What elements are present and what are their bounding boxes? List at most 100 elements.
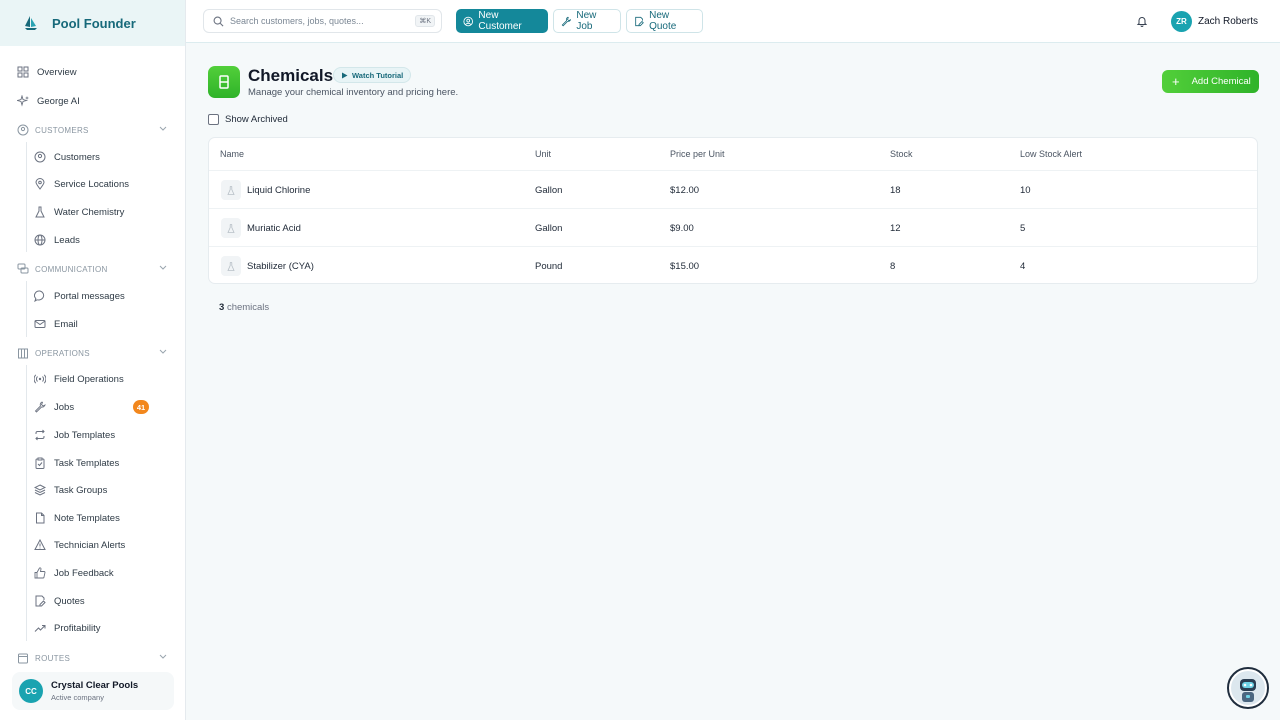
sidebar-item-george-ai[interactable]: George AI [17,91,80,111]
column-header-name[interactable]: Name [220,149,244,159]
sidebar-item-portal-messages[interactable]: Portal messages [34,286,125,306]
company-name: Crystal Clear Pools [51,680,139,691]
sidebar-section-operations[interactable]: OPERATIONS [17,345,167,361]
calendar-icon [18,653,28,664]
sidebar-section-communication[interactable]: COMMUNICATION [17,261,167,277]
sidebar-section-customers[interactable]: CUSTOMERS [17,122,167,138]
user-circle-icon [17,124,29,136]
record-count: 3 chemicals [219,302,269,313]
file-edit-icon [35,595,46,607]
sidebar-item-profitability[interactable]: Profitability [34,618,100,638]
file-edit-icon [635,16,644,26]
cell-unit: Gallon [535,223,563,234]
sidebar-item-jobs[interactable]: Jobs [34,397,74,417]
sidebar-item-leads[interactable]: Leads [34,230,80,250]
column-header-stock[interactable]: Stock [890,149,913,159]
sidebar-item-label: Water Chemistry [54,206,125,218]
sidebar-item-water-chemistry[interactable]: Water Chemistry [34,202,124,222]
brand[interactable]: Pool Founder [0,0,185,46]
new-job-button[interactable]: New Job [553,9,621,33]
chevron-down-icon [159,126,167,131]
chemicals-page-icon [208,66,240,98]
notifications-button[interactable] [1136,15,1148,27]
table-row[interactable]: Stabilizer (CYA) Pound $15.00 8 4 [209,246,1257,284]
beaker-icon [219,75,229,89]
sidebar-item-service-locations[interactable]: Service Locations [34,174,129,194]
message-circle-icon [34,290,45,302]
user-menu[interactable]: ZR Zach Roberts [1171,11,1258,32]
sidebar-item-label: Technician Alerts [54,539,126,551]
sidebar-item-label: Overview [37,66,77,78]
search-box[interactable]: ⌘K [203,9,442,33]
column-header-price[interactable]: Price per Unit [670,149,725,159]
sidebar-item-task-groups[interactable]: Task Groups [34,480,107,500]
trending-up-icon [34,625,46,632]
sidebar-item-field-operations[interactable]: Field Operations [34,369,124,389]
sidebar-item-quotes[interactable]: Quotes [34,591,85,611]
sidebar-item-label: Quotes [54,595,85,607]
button-label: New Quote [649,10,677,32]
company-switcher[interactable]: CC Crystal Clear Pools Active company [12,672,174,710]
top-bar: ⌘K New Customer New Job New Quote ZR Zac… [186,0,1280,43]
sidebar-item-technician-alerts[interactable]: Technician Alerts [34,535,125,555]
sidebar-item-overview[interactable]: Overview [17,62,77,82]
cell-price: $15.00 [670,261,700,272]
sidebar-item-customers[interactable]: Customers [34,147,100,167]
sidebar-section-routes[interactable]: ROUTES [17,650,167,666]
sidebar-item-label: Profitability [54,622,101,634]
column-header-unit[interactable]: Unit [535,149,551,159]
mail-icon [34,320,46,328]
sidebar-item-label: Task Templates [54,457,120,469]
map-pin-icon [35,178,45,190]
cell-low-stock-alert: 10 [1020,185,1031,196]
sidebar-item-label: George AI [37,95,80,107]
sidebar-item-label: Leads [54,234,80,246]
jobs-count-badge: 41 [133,400,149,414]
flask-icon [227,261,235,271]
sidebar-item-task-templates[interactable]: Task Templates [34,453,119,473]
company-status: Active company [51,693,104,702]
chemical-thumbnail [221,218,241,238]
chat-bubbles-icon [17,263,29,274]
avatar: ZR [1171,11,1192,32]
watch-tutorial-button[interactable]: Watch Tutorial [333,67,412,83]
column-header-low-stock-alert[interactable]: Low Stock Alert [1020,149,1082,159]
clipboard-check-icon [35,457,45,469]
file-icon [36,512,45,524]
show-archived-checkbox[interactable] [208,114,219,125]
table-row[interactable]: Liquid Chlorine Gallon $12.00 18 10 [209,170,1257,208]
show-archived-toggle[interactable]: Show Archived [208,114,288,125]
flask-icon [227,223,235,233]
cell-stock: 12 [890,223,901,234]
sidebar-item-email[interactable]: Email [34,314,78,334]
user-circle-icon [34,151,46,163]
page-subtitle: Manage your chemical inventory and prici… [248,87,459,98]
sidebar-item-label: Task Groups [54,484,108,496]
sidebar-item-job-templates[interactable]: Job Templates [34,425,115,445]
new-quote-button[interactable]: New Quote [626,9,703,33]
assistant-bot-button[interactable] [1227,667,1269,709]
alert-triangle-icon [34,539,46,550]
section-guide-line [26,281,27,337]
wrench-icon [34,401,46,413]
radio-signal-icon [34,374,46,384]
building-icon [18,348,28,359]
sidebar-item-label: Jobs [54,401,75,413]
table-row[interactable]: Muriatic Acid Gallon $9.00 12 5 [209,208,1257,246]
search-input[interactable] [230,16,410,26]
chemical-thumbnail [221,256,241,276]
sidebar-item-label: Field Operations [54,373,124,385]
cell-stock: 8 [890,261,896,272]
page-title: Chemicals [248,66,334,85]
cell-low-stock-alert: 5 [1020,223,1026,234]
section-guide-line [26,365,27,641]
bell-icon [1136,17,1148,27]
wrench-icon [561,16,572,26]
sparkles-icon [17,95,29,107]
sidebar-item-label: Job Templates [54,429,116,441]
sidebar-item-job-feedback[interactable]: Job Feedback [34,563,114,583]
add-chemical-button[interactable]: + Add Chemical [1162,70,1259,93]
sidebar-item-note-templates[interactable]: Note Templates [34,508,120,528]
search-shortcut: ⌘K [415,15,435,27]
new-customer-button[interactable]: New Customer [456,9,548,33]
